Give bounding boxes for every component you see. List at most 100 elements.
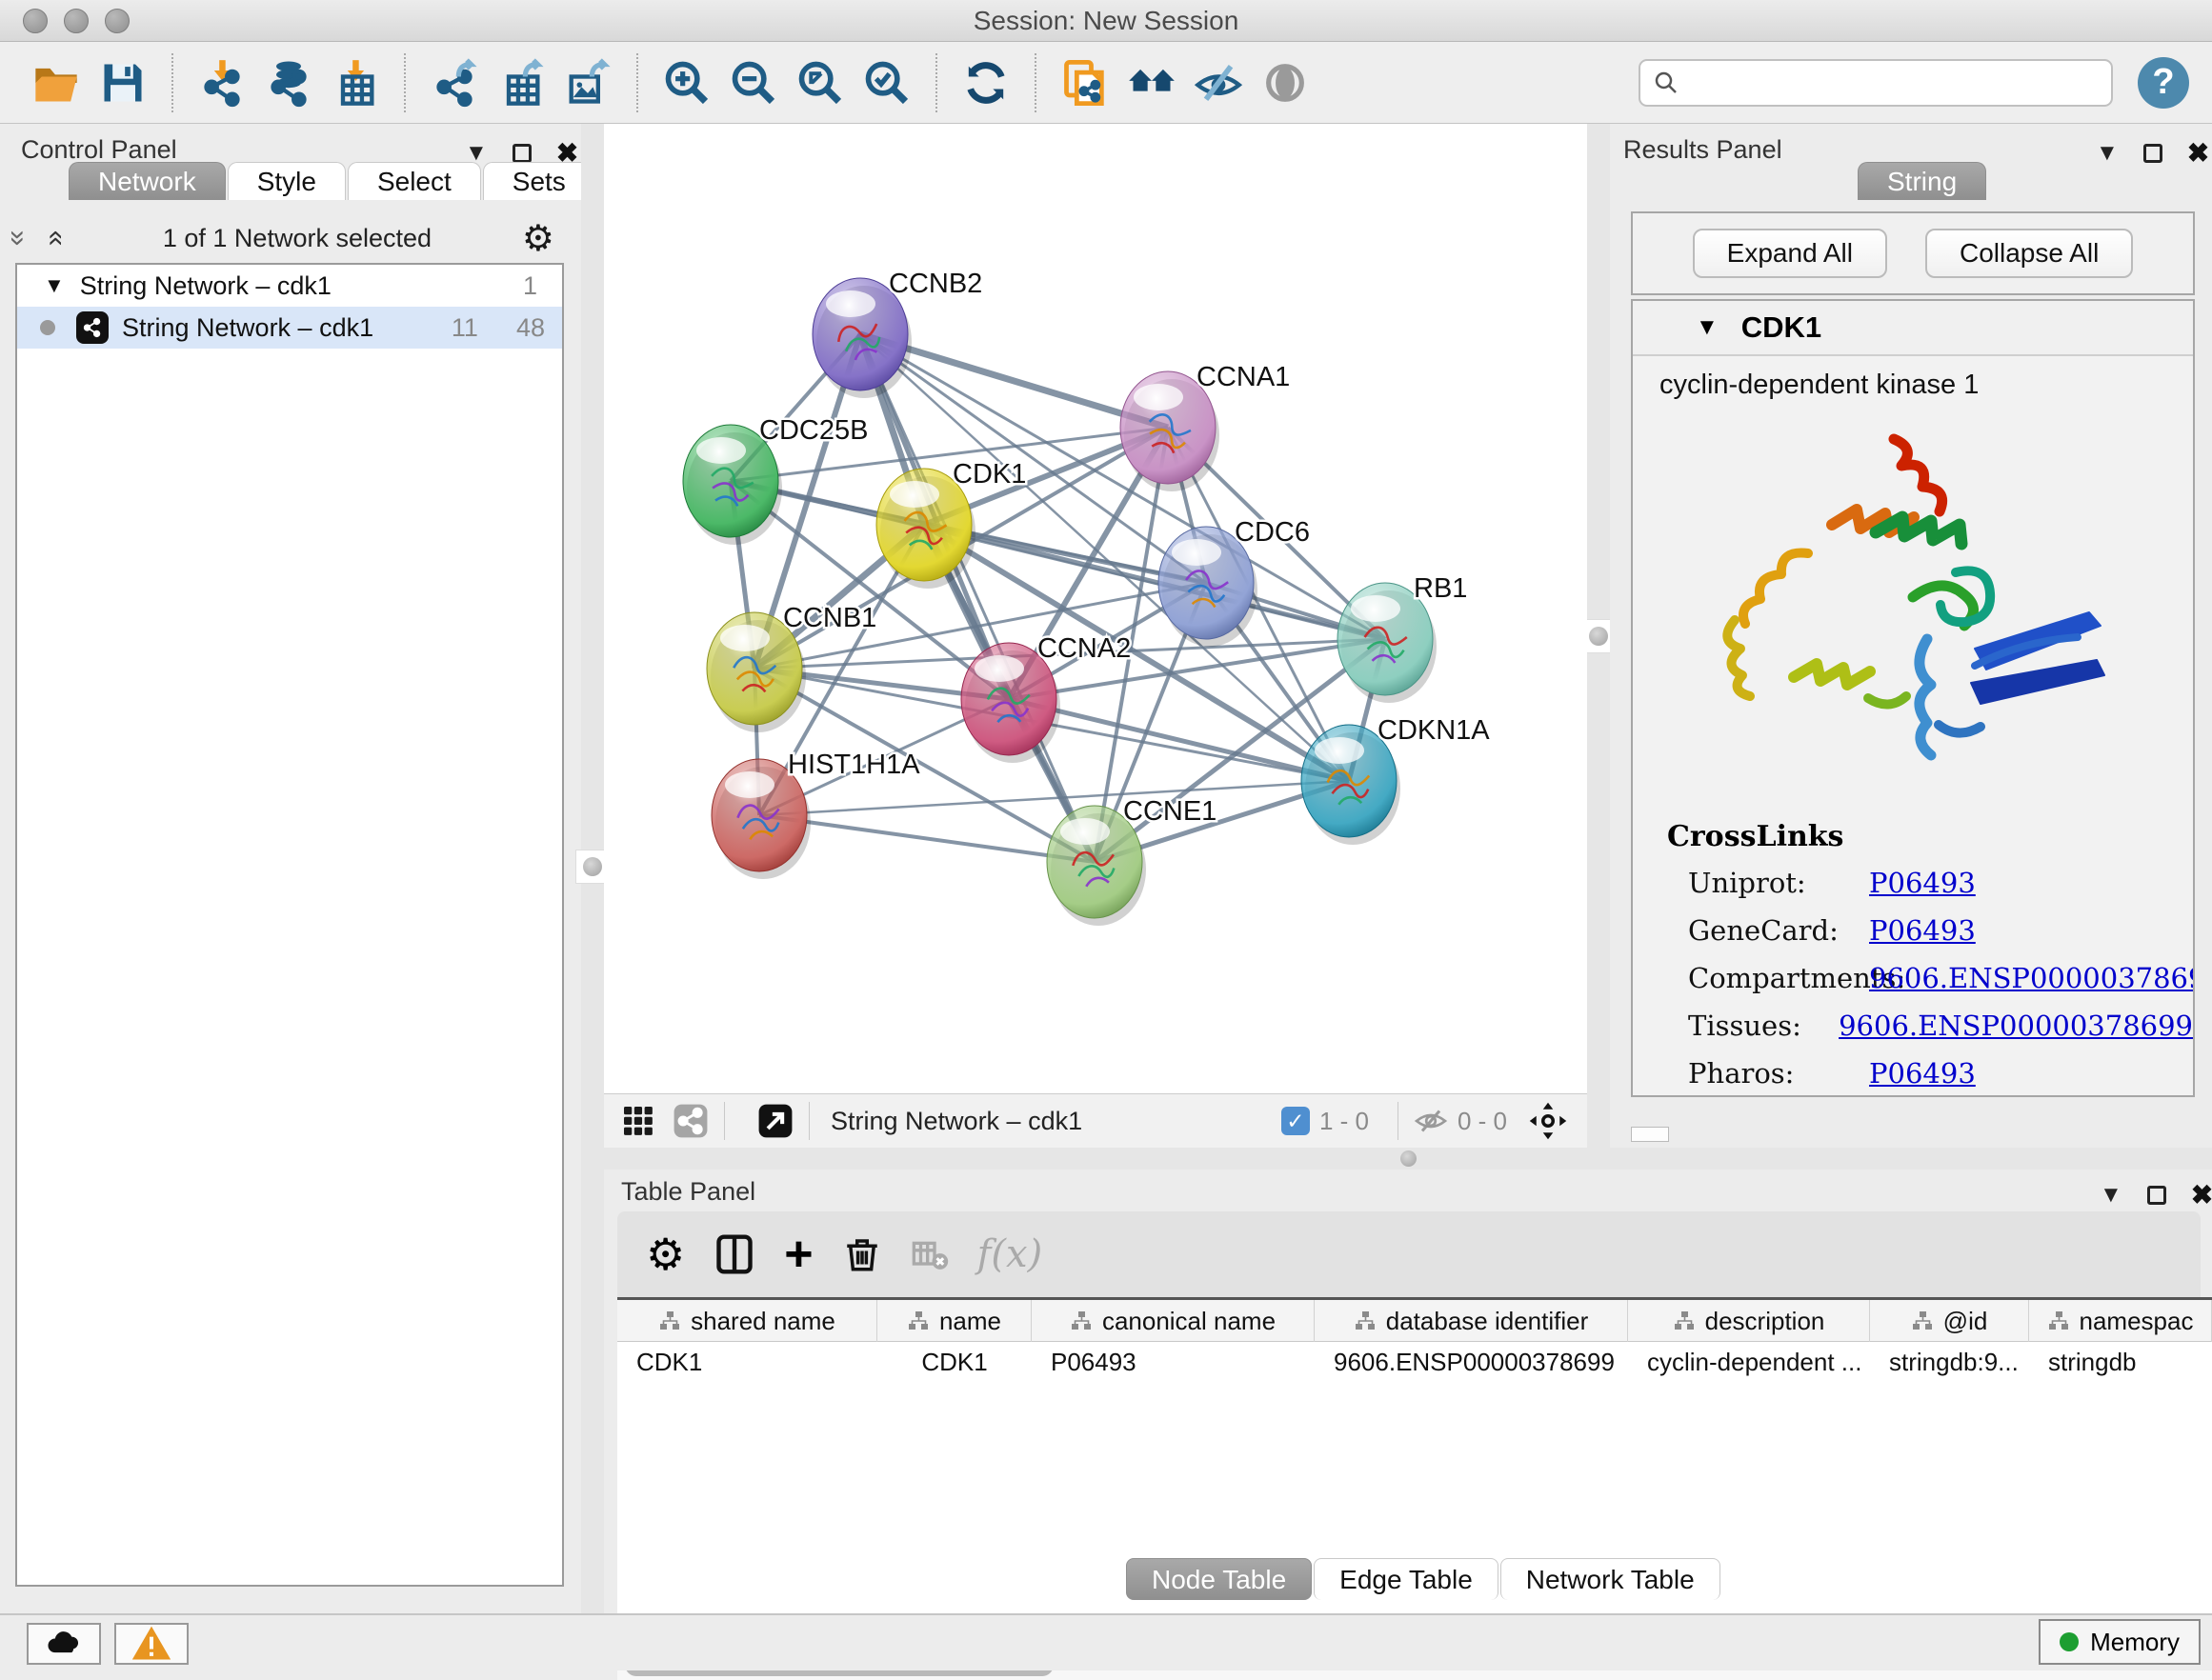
tab-select[interactable]: Select xyxy=(348,162,481,200)
float-panel-icon[interactable] xyxy=(2143,144,2162,163)
column-header-database-identifier[interactable]: database identifier xyxy=(1315,1300,1628,1342)
save-icon[interactable] xyxy=(96,56,150,110)
tab-style[interactable]: Style xyxy=(228,162,346,200)
crosslink-link[interactable]: 9606.ENSP00000378699 xyxy=(1839,1010,2193,1042)
network-edge[interactable] xyxy=(860,334,1095,862)
export-image-icon[interactable] xyxy=(561,56,614,110)
close-panel-icon[interactable]: ✖ xyxy=(2187,137,2209,169)
network-options-gear-icon[interactable]: ⚙ xyxy=(522,217,554,260)
open-in-window-icon[interactable] xyxy=(757,1103,794,1139)
copy-share-icon[interactable] xyxy=(1058,56,1112,110)
expand-all-button[interactable]: Expand All xyxy=(1693,229,1887,278)
zoom-fit-icon[interactable] xyxy=(794,56,847,110)
network-node[interactable]: CCNB2 xyxy=(813,269,982,398)
network-node[interactable]: RB1 xyxy=(1337,573,1467,703)
birds-eye-view-icon[interactable] xyxy=(1528,1101,1568,1141)
table-cell[interactable]: stringdb xyxy=(2029,1342,2212,1382)
table-cell[interactable]: CDK1 xyxy=(617,1342,877,1382)
import-database-icon[interactable] xyxy=(262,56,315,110)
help-button[interactable]: ? xyxy=(2138,57,2189,109)
show-grid-icon[interactable] xyxy=(621,1104,655,1138)
right-splitter[interactable] xyxy=(1587,124,1610,1148)
table-row[interactable]: CDK1CDK1P064939606.ENSP00000378699cyclin… xyxy=(617,1342,2212,1382)
collapse-all-button[interactable]: Collapse All xyxy=(1925,229,2133,278)
crosslink-label: Uniprot: xyxy=(1688,867,1869,899)
network-selected-status: 1 of 1 Network selected xyxy=(72,224,522,253)
search-box[interactable] xyxy=(1639,59,2113,107)
crosslink-link[interactable]: P06493 xyxy=(1869,914,1976,947)
zoom-selected-icon[interactable] xyxy=(860,56,914,110)
function-builder-icon[interactable]: f(x) xyxy=(977,1232,1043,1276)
network-node[interactable]: CDKN1A xyxy=(1301,715,1490,845)
zoom-in-icon[interactable] xyxy=(660,56,714,110)
eye-gray-icon[interactable] xyxy=(1258,56,1312,110)
search-input[interactable] xyxy=(1688,68,2100,97)
collection-expand-icon[interactable]: ▼ xyxy=(44,273,65,298)
table-cell[interactable]: CDK1 xyxy=(877,1342,1032,1382)
eye-slash-icon[interactable] xyxy=(1192,56,1245,110)
close-panel-icon[interactable]: ✖ xyxy=(2191,1179,2212,1210)
tab-string[interactable]: String xyxy=(1858,162,1986,200)
crosslink-link[interactable]: P06493 xyxy=(1869,1057,1976,1090)
results-scrollbar[interactable] xyxy=(1631,1127,1669,1142)
column-header-namespac[interactable]: namespac xyxy=(2029,1300,2212,1342)
table-cell[interactable]: cyclin-dependent ... xyxy=(1628,1342,1870,1382)
expand-all-networks-icon[interactable]: » xyxy=(2,220,34,256)
network-collection-row[interactable]: ▼ String Network – cdk1 1 xyxy=(17,265,562,307)
string-app-icon xyxy=(76,311,109,344)
tab-network-table[interactable]: Network Table xyxy=(1500,1558,1720,1600)
table-settings-gear-icon[interactable]: ⚙ xyxy=(646,1229,685,1280)
delete-table-icon[interactable] xyxy=(911,1235,949,1273)
table-cell[interactable]: stringdb:9... xyxy=(1870,1342,2029,1382)
network-row[interactable]: String Network – cdk1 11 48 xyxy=(17,307,562,349)
network-canvas[interactable]: CCNB2CCNA1CDC25BCDK1CDC6RB1CCNB1CCNA2CDK… xyxy=(604,124,1587,1093)
homes-icon[interactable] xyxy=(1125,56,1178,110)
gene-expand-icon[interactable]: ▼ xyxy=(1696,314,1719,341)
import-table-icon[interactable] xyxy=(329,56,382,110)
gene-section-header[interactable]: ▼ CDK1 xyxy=(1633,301,2193,356)
network-node[interactable]: CDC25B xyxy=(683,415,868,545)
table-cell[interactable]: 9606.ENSP00000378699 xyxy=(1315,1342,1628,1382)
open-folder-icon[interactable] xyxy=(30,56,83,110)
horizontal-splitter[interactable] xyxy=(604,1148,2212,1170)
network-node[interactable]: HIST1H1A xyxy=(712,750,920,879)
tab-node-table[interactable]: Node Table xyxy=(1126,1558,1312,1600)
column-header-name[interactable]: name xyxy=(877,1300,1032,1342)
network-node[interactable]: CCNA1 xyxy=(1120,362,1290,491)
memory-button[interactable]: Memory xyxy=(2039,1619,2201,1665)
network-node[interactable]: CCNE1 xyxy=(1047,796,1217,926)
collection-count: 1 xyxy=(523,271,537,301)
zoom-out-icon[interactable] xyxy=(727,56,780,110)
collapse-panel-icon[interactable]: ▼ xyxy=(2096,140,2119,167)
crosslink-link[interactable]: 9606.ENSP00000378699 xyxy=(1869,962,2195,994)
import-network-icon[interactable] xyxy=(195,56,249,110)
export-table-icon[interactable] xyxy=(494,56,548,110)
crosslink-link[interactable]: P06493 xyxy=(1869,867,1976,899)
tab-sets[interactable]: Sets xyxy=(483,162,595,200)
splitter-grip[interactable] xyxy=(1400,1150,1417,1167)
collapse-panel-icon[interactable]: ▼ xyxy=(2100,1182,2122,1209)
refresh-icon[interactable] xyxy=(959,56,1013,110)
float-panel-icon[interactable] xyxy=(2147,1186,2166,1205)
column-header--id[interactable]: @id xyxy=(1870,1300,2029,1342)
column-header-description[interactable]: description xyxy=(1628,1300,1870,1342)
warnings-button[interactable] xyxy=(114,1623,189,1665)
add-column-icon[interactable]: + xyxy=(784,1226,813,1283)
delete-column-icon[interactable] xyxy=(842,1234,882,1274)
tab-network[interactable]: Network xyxy=(69,162,226,200)
export-network-icon[interactable] xyxy=(428,56,481,110)
left-splitter[interactable] xyxy=(581,124,604,1613)
table-cell[interactable]: P06493 xyxy=(1032,1342,1315,1382)
network-node[interactable]: CCNB1 xyxy=(707,603,876,732)
collapse-all-networks-icon[interactable]: » xyxy=(38,220,70,256)
show-columns-icon[interactable] xyxy=(714,1233,755,1275)
tab-edge-table[interactable]: Edge Table xyxy=(1314,1558,1498,1600)
string-network-badge-icon[interactable] xyxy=(673,1103,709,1139)
column-header-canonical-name[interactable]: canonical name xyxy=(1032,1300,1315,1342)
column-header-shared-name[interactable]: shared name xyxy=(617,1300,877,1342)
cloud-status-button[interactable] xyxy=(27,1623,101,1665)
float-panel-icon[interactable] xyxy=(513,144,532,163)
network-node[interactable]: CCNA2 xyxy=(961,633,1131,763)
cloud-icon xyxy=(43,1623,85,1665)
selected-indicator-checkbox[interactable]: ✓ xyxy=(1281,1107,1310,1135)
